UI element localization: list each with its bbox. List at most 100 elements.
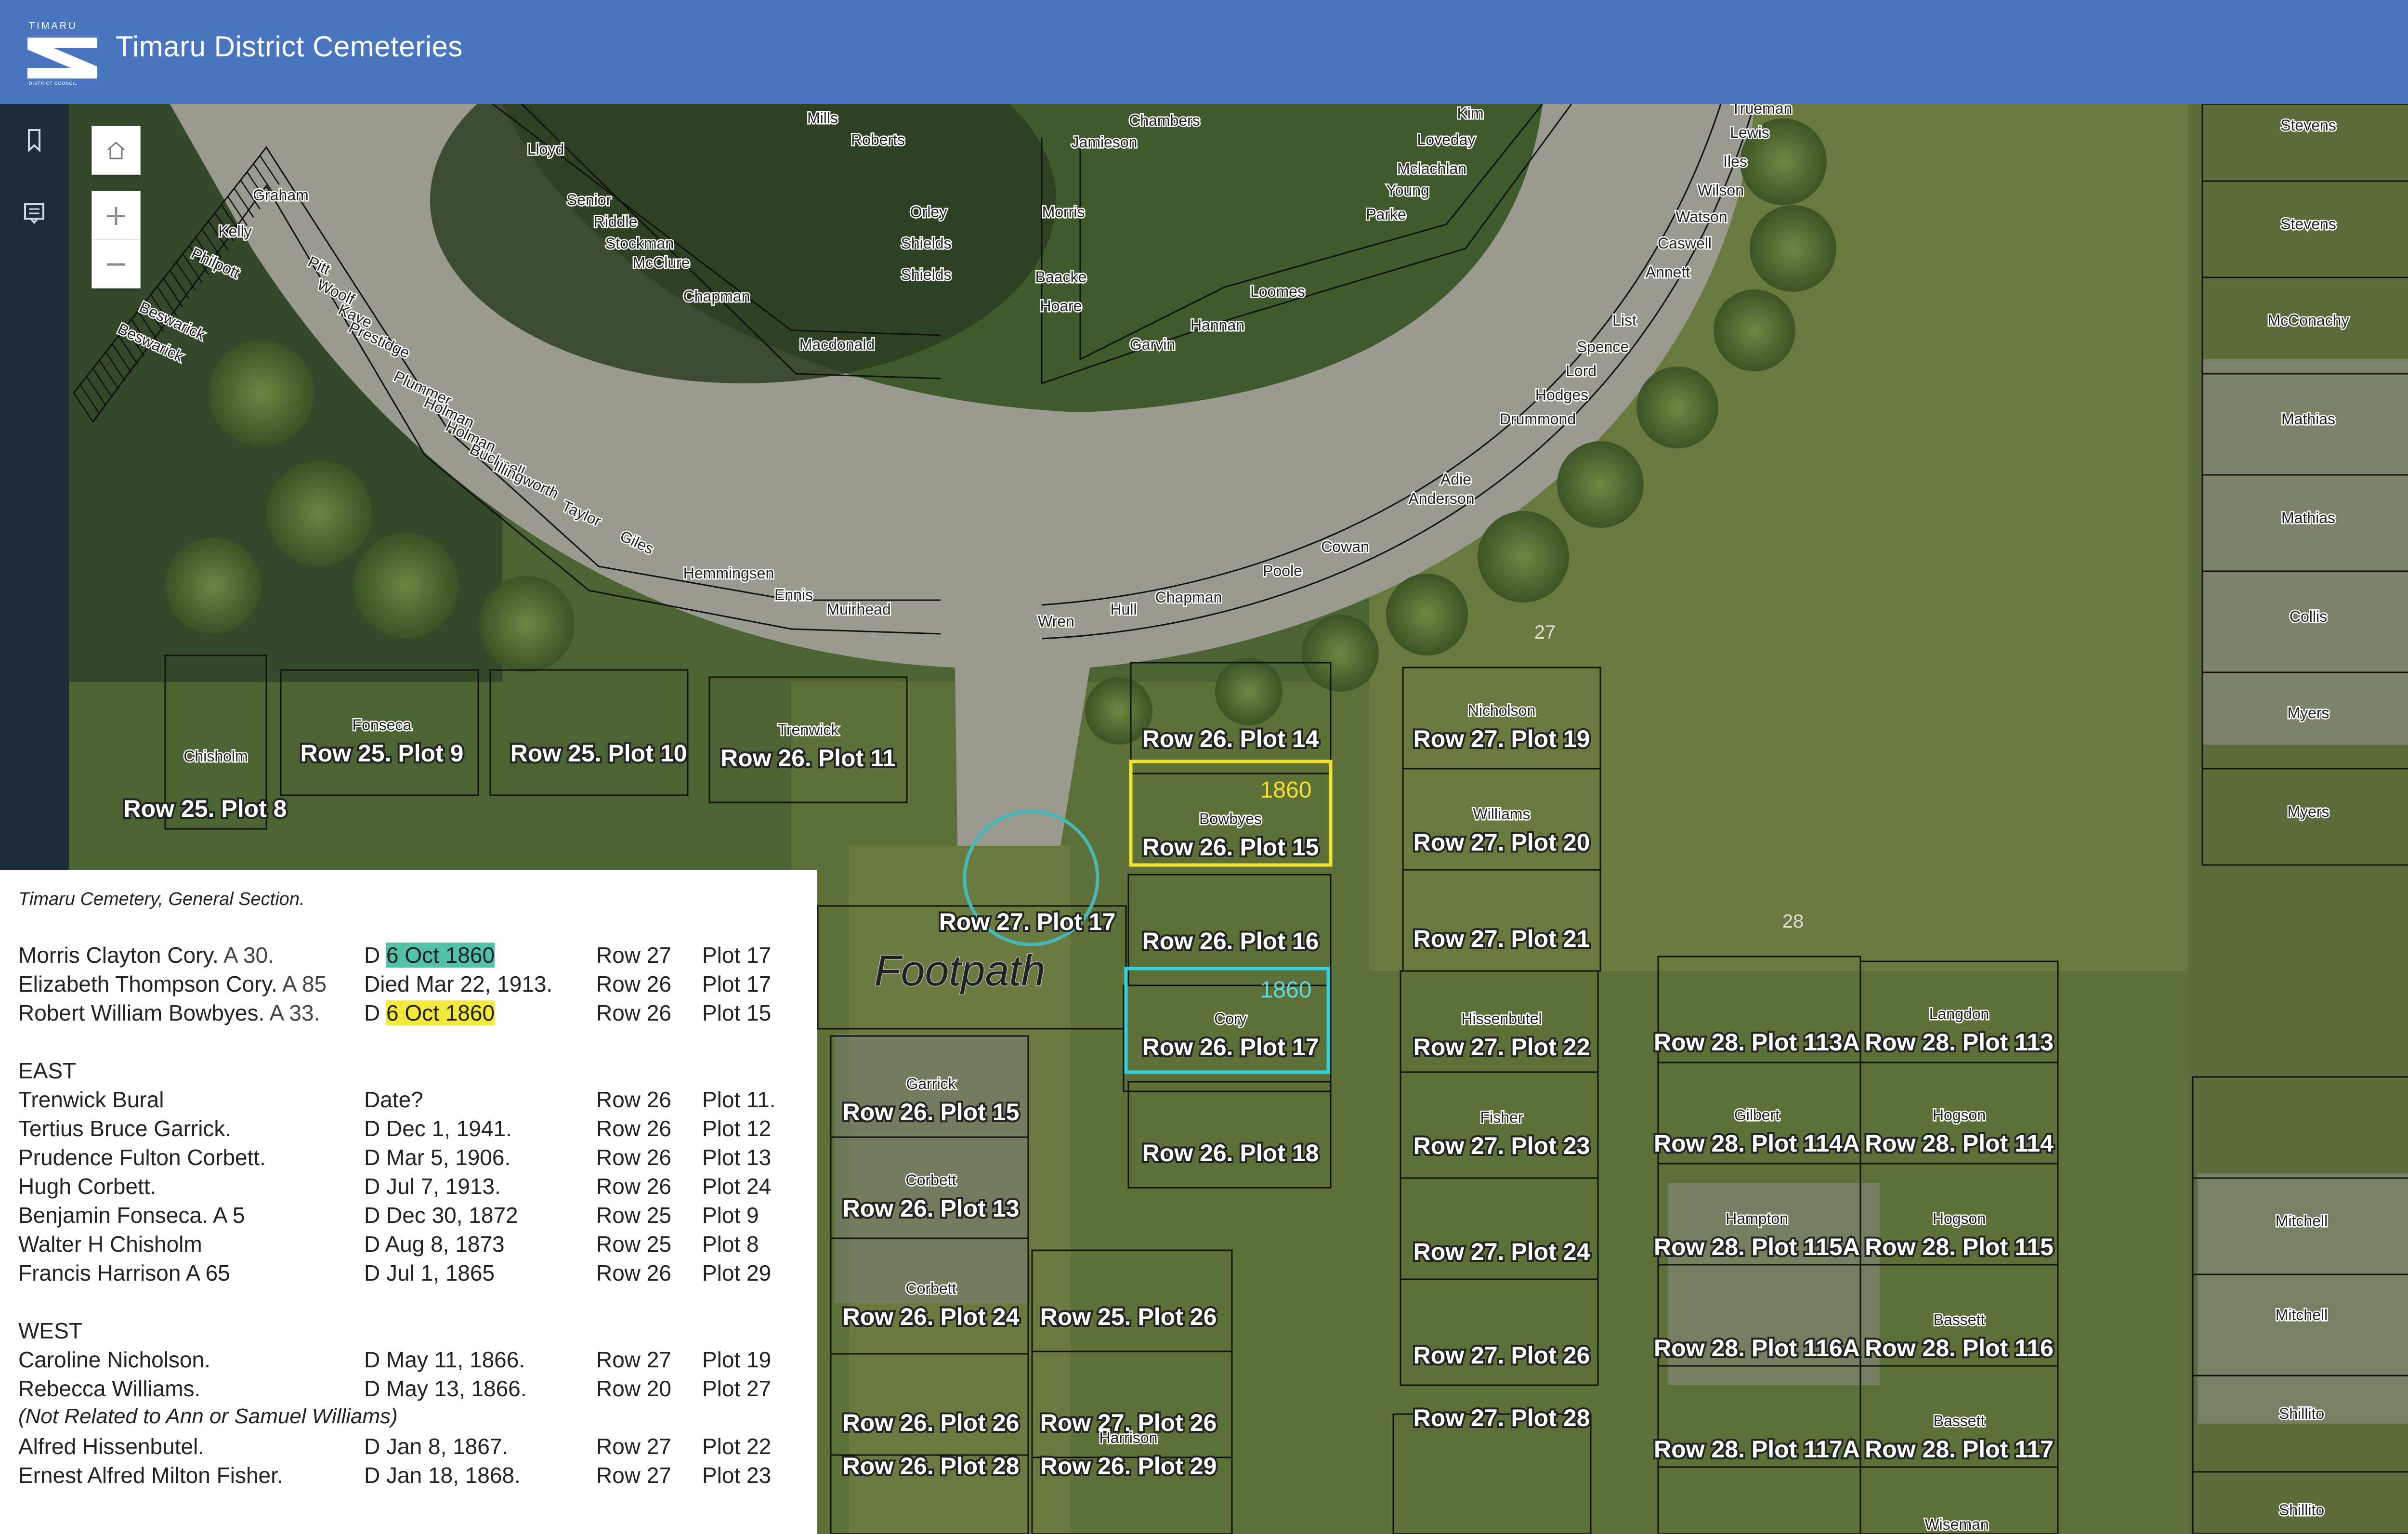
owner-label-r26p15: Bowbyes [1199,810,1262,827]
owner-label: Graham [253,186,309,204]
legend-icon[interactable] [17,196,51,229]
owner-label: Roberts [851,131,905,148]
plot-label-r26p28: Row 26. Plot 28 [843,1453,1020,1480]
row-number: Row 26 [596,1116,671,1141]
owner-label: Kim [1457,105,1483,122]
owner-label-r28p115a: Hampton [1726,1210,1788,1227]
owner-label: Young [1386,182,1429,199]
owner-label: Garvin [1130,336,1175,353]
owner-label: Stevens [2280,215,2336,233]
plot-label-r26p26: Row 26. Plot 26 [843,1409,1020,1436]
owner-label: Watson [1675,208,1727,225]
owner-label-r28p116: Bassett [1934,1311,1985,1328]
owner-label: Myers [2287,704,2329,721]
footpath-label: Footpath [874,947,1045,995]
home-icon[interactable] [92,126,140,174]
owner-label: Ennis [774,586,813,603]
owner-label: Myers [2287,803,2329,820]
plot-label-r25p10: Row 25. Plot 10 [510,740,687,767]
owner-label: Mitchell [2276,1212,2328,1230]
zoom-out-button[interactable]: − [92,240,140,288]
owner-label-r26p15b: Garrick [906,1075,956,1092]
owner-label: Loveday [1417,131,1476,148]
plot-label-r26p18: Row 26. Plot 18 [1142,1140,1319,1167]
year-label-r26p17: 1860 [1260,977,1312,1003]
plot-label-r28p116: Row 28. Plot 116 [1865,1335,2054,1362]
owner-label: Poole [1263,562,1302,579]
bookmark-icon[interactable] [17,123,51,157]
death-date: D Mar 5, 1906. [364,1145,511,1170]
owner-label: Mclachlan [1397,160,1466,177]
death-date: D May 13, 1866. [364,1376,527,1401]
owner-label: Drummond [1500,410,1576,428]
person-name: Alfred Hissenbutel. [18,1434,205,1459]
row-number: Row 27 [596,1347,671,1372]
plot-number: Plot 17 [702,971,772,996]
owner-label: Hoare [1040,297,1082,315]
owner-label: Wren [1038,613,1074,630]
plot-label-r28p113a: Row 28. Plot 113A [1654,1029,1860,1056]
owner-label: Stockman [605,235,674,252]
owner-label: Caswell [1658,235,1712,252]
plot-label-r28p115: Row 28. Plot 115 [1865,1233,2054,1260]
app-header: TIMARU DISTRICT COUNCIL Timaru District … [0,0,2408,104]
row-number: Row 27 [596,1463,671,1488]
panel-title: Timaru Cemetery, General Section. [18,889,305,909]
plot-number: Plot 17 [702,943,772,968]
owner-label: Wiseman [1924,1516,1989,1533]
row-number: Row 20 [596,1376,671,1401]
death-date: D Aug 8, 1873 [364,1232,505,1257]
plot-label-r28p114: Row 28. Plot 114 [1865,1130,2054,1157]
plot-label-r27p28: Row 27. Plot 28 [1413,1404,1590,1431]
owner-label-r28p113: Langdon [1929,1005,1989,1023]
council-logo: TIMARU DISTRICT COUNCIL [25,18,102,86]
plot-label-r28p113: Row 28. Plot 113 [1865,1029,2054,1056]
plot-label-r26p11: Row 26. Plot 11 [720,745,896,772]
death-date: D May 11, 1866. [364,1347,525,1372]
owner-label: Hull [1110,601,1137,618]
plot-label-r27p24: Row 27. Plot 24 [1413,1238,1590,1265]
owner-label: Collis [2290,608,2327,625]
owner-label: Anderson [1409,490,1475,507]
row-number: Row 26 [596,1174,671,1199]
owner-label-r26p17: Cory [1214,1010,1247,1027]
death-date: Date? [364,1087,423,1112]
owner-label: List [1612,312,1636,329]
plot-label-r27p26: Row 27. Plot 26 [1413,1342,1590,1369]
zoom-control: + − [92,191,141,288]
owner-label-r26p13: Corbett [906,1171,956,1189]
zoom-in-button[interactable]: + [92,191,140,240]
owner-label: Orley [910,203,947,221]
plot-label-r26p16: Row 26. Plot 16 [1142,928,1319,955]
row-number: Row 26 [596,1145,671,1170]
person-name: Trenwick Bural [18,1087,164,1112]
home-button[interactable] [92,126,141,175]
owner-label-r28p114: Hogson [1933,1106,1986,1124]
owner-label-r27p20: Williams [1473,805,1530,823]
owner-label: Hannan [1191,316,1244,334]
app-title: Timaru District Cemeteries [116,30,463,63]
owner-label: Chapman [1155,589,1222,606]
owner-label: Shillito [2279,1405,2324,1422]
plot-number: Plot 27 [702,1376,772,1401]
owner-label: Lord [1566,362,1597,380]
owner-label: Annett [1646,263,1690,281]
row-number: Row 27 [596,1434,671,1459]
owner-label: Jamieson [1072,133,1138,151]
note: (Not Related to Ann or Samuel Williams) [18,1404,398,1428]
person-name: Ernest Alfred Milton Fisher. [18,1463,283,1488]
plot-number: Plot 29 [702,1260,772,1285]
owner-label-r26p24: Corbett [906,1280,956,1297]
plot-label-r25p8: Row 25. Plot 8 [124,795,287,822]
section-number: 27 [1534,622,1556,643]
plot-number: Plot 11. [702,1087,776,1112]
plot-number: Plot 19 [702,1347,772,1372]
plot-label-r26p29: Row 26. Plot 29 [1040,1453,1217,1480]
row-number: Row 27 [596,943,671,968]
owner-label: Shillito [2279,1501,2324,1519]
owner-label-r28p114a: Gilbert [1734,1106,1780,1124]
plot-number: Plot 23 [702,1463,772,1488]
death-date: D 6 Oct 1860 [364,943,495,968]
plot-label-r27p19: Row 27. Plot 19 [1413,725,1590,752]
person-name: Rebecca Williams. [18,1376,201,1401]
